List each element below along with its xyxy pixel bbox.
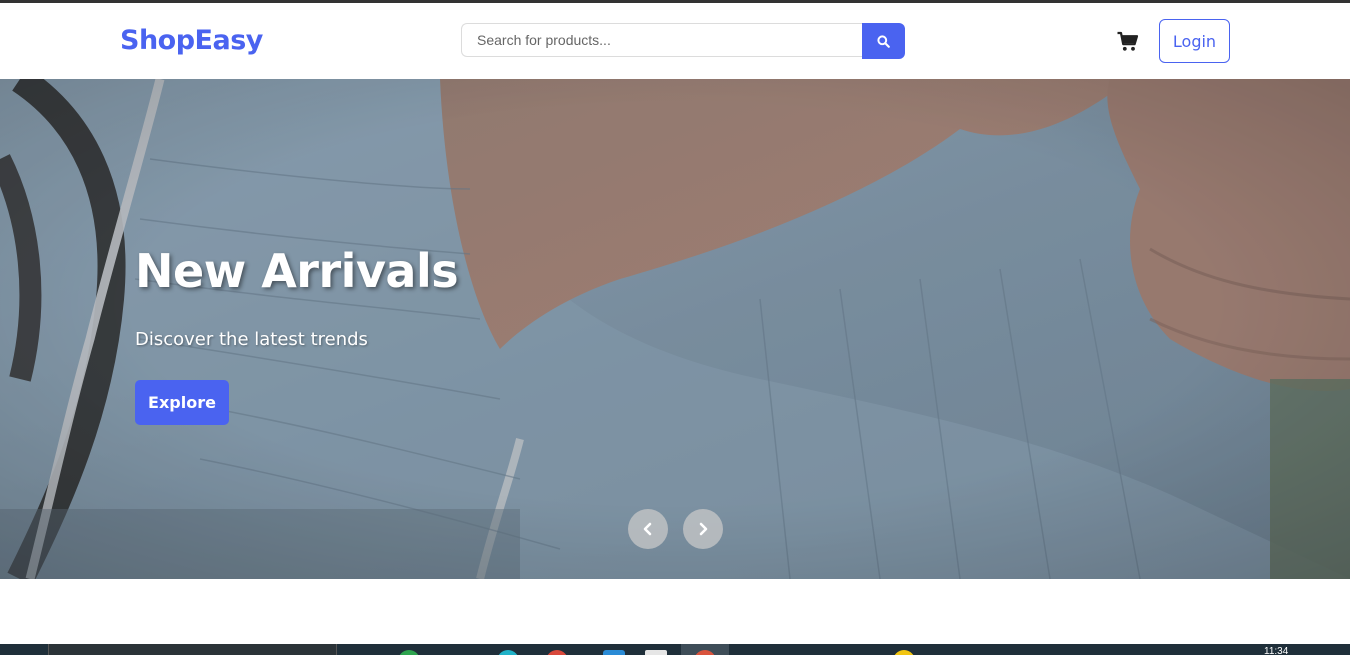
carousel-next-button[interactable]	[683, 509, 723, 549]
site-header: ShopEasy Login	[0, 3, 1350, 79]
search-icon	[877, 34, 890, 48]
hero-title: New Arrivals	[135, 244, 459, 298]
taskbar-app-icon[interactable]	[603, 650, 625, 655]
search-input[interactable]	[461, 23, 862, 57]
taskbar-app-icon[interactable]	[893, 650, 915, 655]
hero-subtitle: Discover the latest trends	[135, 329, 368, 350]
taskbar-active-app[interactable]	[681, 644, 729, 655]
taskbar-app-icon	[694, 650, 716, 655]
search-button[interactable]	[862, 23, 905, 59]
taskbar-app-icon[interactable]	[497, 650, 519, 655]
taskbar-app-icon[interactable]	[645, 650, 667, 655]
chevron-right-icon	[699, 522, 708, 536]
chevron-left-icon	[643, 522, 652, 536]
taskbar-app-icon[interactable]	[398, 650, 420, 655]
taskbar-app-icon[interactable]	[546, 650, 568, 655]
cart-button[interactable]	[1116, 30, 1140, 54]
login-button[interactable]: Login	[1159, 19, 1230, 63]
taskbar-search-box[interactable]	[48, 644, 337, 655]
carousel-prev-button[interactable]	[628, 509, 668, 549]
explore-button[interactable]: Explore	[135, 380, 229, 425]
os-taskbar: 11:34	[0, 644, 1350, 655]
site-logo[interactable]: ShopEasy	[120, 25, 263, 56]
cart-icon	[1117, 31, 1139, 51]
page-content-area	[0, 579, 1350, 644]
search-bar	[461, 23, 905, 59]
taskbar-clock[interactable]: 11:34	[1264, 646, 1288, 655]
hero-banner: New Arrivals Discover the latest trends …	[0, 79, 1350, 579]
